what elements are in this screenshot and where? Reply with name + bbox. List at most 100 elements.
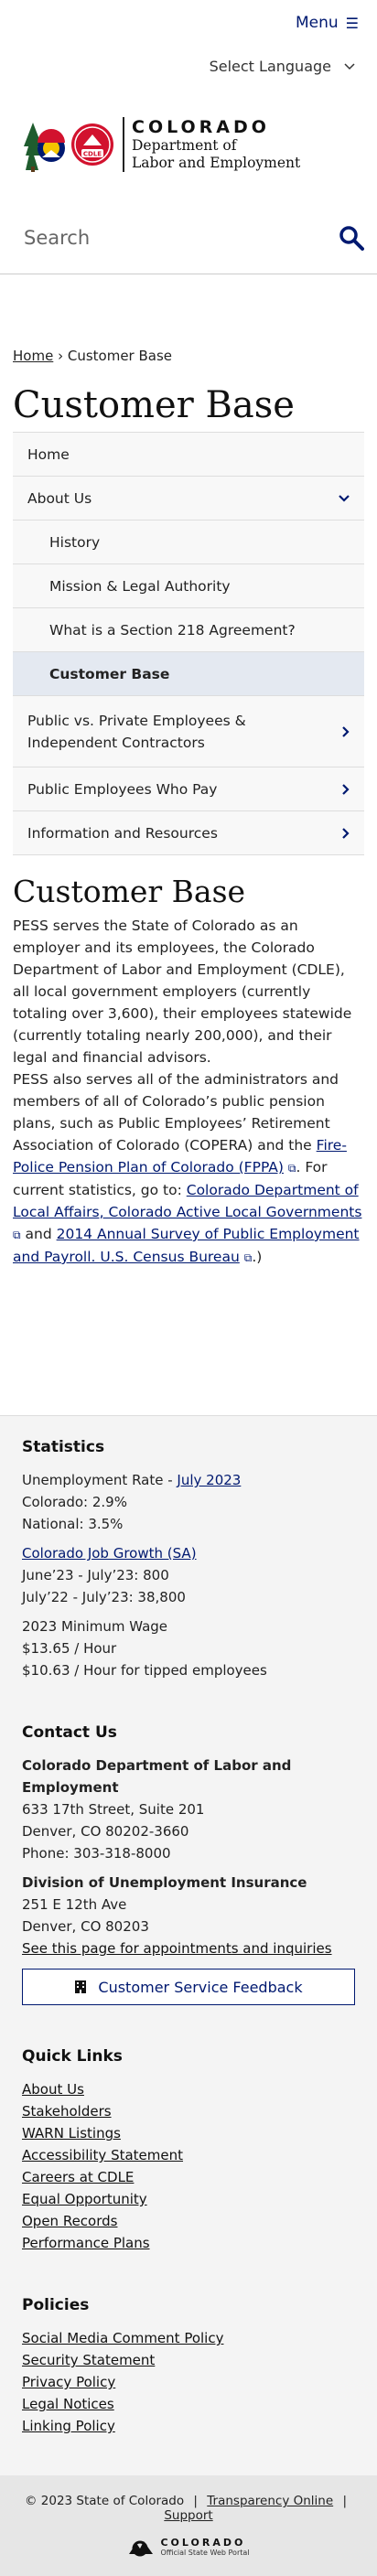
minimum-wage-title: 2023 Minimum Wage — [22, 1618, 168, 1635]
customer-feedback-button[interactable]: Customer Service Feedback — [22, 1969, 355, 2005]
sidenav-label: Mission & Legal Authority — [49, 577, 231, 595]
policy-link[interactable]: Social Media Comment Policy — [22, 2327, 355, 2349]
sidenav-label: History — [49, 533, 101, 551]
separator: | — [193, 2494, 198, 2508]
sidenav-label: Customer Base — [49, 665, 170, 682]
menu-label: Menu — [295, 14, 339, 32]
breadcrumb-separator: › — [58, 348, 64, 364]
contact-title: Contact Us — [22, 1723, 117, 1742]
unemployment-label: Unemployment Rate - — [22, 1472, 178, 1488]
breadcrumb: Home › Customer Base — [0, 348, 377, 368]
chevron-right-icon[interactable] — [342, 827, 350, 839]
chevron-right-icon[interactable] — [342, 783, 350, 795]
chevron-down-icon[interactable] — [339, 494, 350, 502]
main-content: Customer Base PESS serves the State of C… — [0, 855, 377, 1269]
menu-button[interactable]: Menu ☰ — [296, 14, 359, 32]
sidenav-item-who-pay[interactable]: Public Employees Who Pay — [13, 767, 364, 811]
section-title: Customer Base — [13, 874, 246, 909]
state-portal-logo[interactable]: COLORADO Official State Web Portal — [15, 2536, 362, 2558]
logo-state: COLORADO — [132, 116, 270, 137]
policy-link[interactable]: Legal Notices — [22, 2393, 355, 2415]
sidenav-item-mission[interactable]: Mission & Legal Authority — [13, 564, 364, 608]
external-link-icon: ⧉ — [13, 1229, 21, 1241]
cdle-phone: Phone: 303-318-8000 — [22, 1845, 171, 1862]
body-text: PESS also serves all of the administrato… — [13, 1071, 339, 1154]
language-label: Select Language — [209, 58, 331, 75]
support-link[interactable]: Support — [164, 2508, 212, 2523]
search-icon[interactable] — [339, 225, 364, 251]
sidenav-item-about[interactable]: About Us — [13, 477, 364, 521]
dui-appointments-link[interactable]: See this page for appointments and inqui… — [22, 1940, 332, 1957]
chevron-right-icon[interactable] — [342, 725, 350, 737]
colorado-logo-icon — [24, 122, 65, 172]
quick-link[interactable]: Performance Plans — [22, 2232, 355, 2254]
copyright-bar: © 2023 State of Colorado | Transparency … — [0, 2475, 377, 2576]
body-text: and — [20, 1226, 57, 1242]
sidenav-label: What is a Section 218 Agreement? — [49, 621, 296, 639]
dui-name: Division of Unemployment Insurance — [22, 1874, 307, 1891]
separator: | — [342, 2494, 348, 2508]
dui-address-2: Denver, CO 80203 — [22, 1918, 149, 1935]
dui-address-1: 251 E 12th Ave — [22, 1896, 127, 1913]
sidenav-item-customer-base[interactable]: Customer Base — [13, 652, 364, 696]
minimum-wage-1: $13.65 / Hour — [22, 1640, 117, 1657]
colorado-rate: Colorado: 2.9% — [22, 1494, 127, 1510]
quick-link[interactable]: About Us — [22, 2078, 355, 2100]
job-growth-link[interactable]: Colorado Job Growth (SA) — [22, 1545, 197, 1562]
page-title: Customer Base — [13, 384, 295, 426]
breadcrumb-current: Customer Base — [67, 348, 173, 364]
policy-link[interactable]: Privacy Policy — [22, 2371, 355, 2393]
sidenav-item-info[interactable]: Information and Resources — [13, 811, 364, 855]
statistics-title: Statistics — [22, 1438, 105, 1456]
site-logo[interactable]: CDLE COLORADO Department of Labor and Em… — [0, 87, 377, 201]
quick-link[interactable]: Careers at CDLE — [22, 2166, 355, 2188]
sidenav-item-home[interactable]: Home — [13, 433, 364, 477]
sidenav-label: Public vs. Private Employees & Independe… — [27, 712, 246, 751]
site-footer: Statistics Unemployment Rate - July 2023… — [0, 1415, 377, 2576]
policy-link[interactable]: Security Statement — [22, 2349, 355, 2371]
unemployment-link[interactable]: July 2023 — [177, 1472, 241, 1488]
colorado-c-logo-icon — [129, 2540, 154, 2557]
portal-subtitle: Official State Web Portal — [160, 2549, 250, 2557]
sidenav-label: Home — [27, 445, 70, 463]
body-text: PESS serves the State of Colorado as an … — [13, 918, 352, 1066]
cdle-badge-icon: CDLE — [71, 123, 113, 166]
sidenav-label: Information and Resources — [27, 824, 218, 842]
quick-link[interactable]: Accessibility Statement — [22, 2144, 355, 2166]
logo-dept-line1: Department of — [132, 136, 237, 154]
portal-name: COLORADO — [160, 2537, 246, 2549]
policies-section: Policies Social Media Comment Policy Sec… — [22, 2296, 355, 2437]
job-growth-2: July’22 - July’23: 38,800 — [22, 1589, 186, 1605]
quick-link[interactable]: WARN Listings — [22, 2122, 355, 2144]
cdle-badge-text: CDLE — [83, 150, 102, 157]
search-bar — [0, 201, 377, 274]
contact-section: Contact Us Colorado Department of Labor … — [22, 1723, 355, 2005]
side-nav: Home About Us History Mission & Legal Au… — [13, 432, 364, 855]
link-census[interactable]: 2014 Annual Survey of Public Employment … — [13, 1226, 360, 1265]
transparency-link[interactable]: Transparency Online — [207, 2494, 333, 2508]
language-selector[interactable]: Select Language — [0, 46, 377, 87]
job-growth-1: June’23 - July’23: 800 — [22, 1567, 169, 1583]
top-bar: Menu ☰ — [0, 0, 377, 46]
policy-link[interactable]: Linking Policy — [22, 2415, 355, 2437]
cdle-address-2: Denver, CO 80202-3660 — [22, 1823, 189, 1840]
hamburger-icon: ☰ — [345, 14, 359, 32]
body-paragraph: PESS serves the State of Colorado as an … — [13, 915, 364, 1269]
sidenav-label: Public Employees Who Pay — [27, 780, 218, 798]
quick-link[interactable]: Equal Opportunity — [22, 2188, 355, 2210]
sidenav-item-history[interactable]: History — [13, 521, 364, 564]
logo-dept-line2: Labor and Employment — [132, 154, 301, 171]
quick-link[interactable]: Open Records — [22, 2210, 355, 2232]
feedback-label: Customer Service Feedback — [98, 1978, 303, 1996]
cdle-address-1: 633 17th Street, Suite 201 — [22, 1801, 205, 1818]
copyright-text: © 2023 State of Colorado — [24, 2494, 185, 2508]
quick-links-title: Quick Links — [22, 2047, 123, 2066]
search-input[interactable] — [24, 226, 298, 249]
quick-link[interactable]: Stakeholders — [22, 2100, 355, 2122]
breadcrumb-home[interactable]: Home — [13, 348, 53, 364]
sidenav-item-section218[interactable]: What is a Section 218 Agreement? — [13, 608, 364, 652]
sidenav-item-public-private[interactable]: Public vs. Private Employees & Independe… — [13, 696, 364, 767]
statistics-section: Statistics Unemployment Rate - July 2023… — [22, 1438, 355, 1681]
quick-links-section: Quick Links About Us Stakeholders WARN L… — [22, 2047, 355, 2254]
policies-title: Policies — [22, 2296, 90, 2314]
